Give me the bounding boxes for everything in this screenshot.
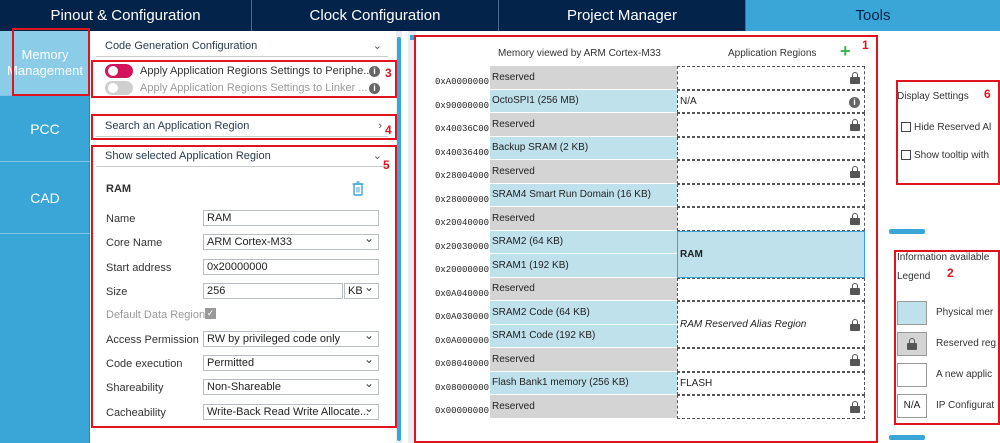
callout-3: 3 (385, 66, 392, 80)
nav-cad[interactable]: CAD (0, 162, 90, 234)
display-settings-scrollbar[interactable] (889, 229, 925, 234)
callout-box-4 (91, 114, 397, 140)
chevron-down-icon: ⌄ (372, 40, 382, 52)
callout-4: 4 (385, 123, 392, 137)
tab-project-manager[interactable]: Project Manager (499, 0, 746, 31)
callout-box-3 (91, 60, 397, 98)
callout-1: 1 (862, 38, 869, 52)
callout-box-1 (414, 35, 878, 443)
callout-5: 5 (383, 158, 390, 172)
callout-2: 2 (947, 266, 954, 280)
nav-pcc[interactable]: PCC (0, 96, 90, 162)
tab-clock-configuration[interactable]: Clock Configuration (252, 0, 499, 31)
tab-tools[interactable]: Tools (746, 0, 1000, 31)
callout-6: 6 (984, 87, 991, 101)
section-code-generation[interactable]: Code Generation Configuration ⌄ (96, 35, 388, 57)
callout-box-5 (91, 145, 397, 428)
top-tab-bar: Pinout & Configuration Clock Configurati… (0, 0, 1000, 31)
callout-box-memory-management (12, 28, 90, 96)
section-code-generation-label: Code Generation Configuration (105, 39, 258, 52)
legend-scrollbar[interactable] (889, 435, 925, 440)
panel-scrollbar-thumb[interactable] (397, 37, 401, 441)
tab-pinout-configuration[interactable]: Pinout & Configuration (0, 0, 252, 31)
